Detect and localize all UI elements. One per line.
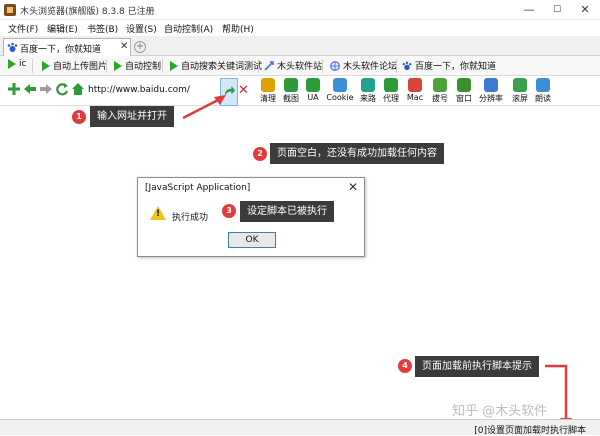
tool-label: 代理 [383,94,399,103]
maximize-button[interactable]: ☐ [542,0,572,20]
window-icon [457,78,471,92]
callout-number-1: 1 [72,110,86,124]
callout-3: 设定脚本已被执行 [240,201,334,222]
warning-icon: ! [150,206,166,220]
bookmark-divider [258,59,259,73]
tool-cookie[interactable]: Cookie [326,78,354,106]
callout-number-3: 3 [222,204,236,218]
tool-label: 朗读 [535,94,551,103]
callout-1: 输入网址并打开 [90,106,174,127]
callout-number-2: 2 [253,147,267,161]
tool-dial[interactable]: 拔号 [427,78,453,106]
go-button[interactable] [220,78,238,106]
bookmark-divider [396,59,397,73]
new-tab-button[interactable]: + [134,41,146,53]
referer-icon [361,78,375,92]
bookmark-baidu[interactable]: 百度一下，你就知道 [402,59,496,72]
bookmark-auto-control[interactable]: 自动控制 [114,59,161,72]
ok-button[interactable]: OK [228,232,276,248]
bookmark-divider [322,59,323,73]
status-text: [0]设置页面加载时执行脚本 [474,426,586,436]
paw-icon [402,61,412,70]
close-window-button[interactable]: ✕ [570,0,600,20]
bookmark-label: 木头软件站 [277,62,323,72]
bookmark-label: ic [19,59,27,69]
bookmark-divider [106,59,107,73]
home-icon[interactable] [71,82,85,96]
globe-icon [330,60,340,71]
status-bar: [0]设置页面加载时执行脚本 [0,419,600,436]
tool-proxy[interactable]: 代理 [378,78,404,106]
tool-label: 分辨率 [479,94,503,103]
monitor-icon [484,78,498,92]
stop-icon[interactable]: ✕ [238,83,249,98]
scissors-icon [284,78,298,92]
bookmark-ic[interactable]: ic [8,59,26,69]
ua-icon [306,78,320,92]
tool-window[interactable]: 窗口 [451,78,477,106]
go-arrow-icon [224,85,236,97]
callout-2: 页面空白，还没有成功加载任何内容 [270,143,444,164]
minimize-button[interactable]: — [514,0,544,20]
scroll-icon [513,78,527,92]
title-bar: 木头浏览器(旗舰版) 8.3.8 已注册 — ☐ ✕ [0,0,600,20]
window-title: 木头浏览器(旗舰版) 8.3.8 已注册 [20,7,155,17]
green-play-icon [8,59,16,69]
bookmark-auto-search[interactable]: 自动搜索关键词测试 [170,59,262,72]
green-play-icon [114,60,122,71]
bookmark-divider [162,59,163,73]
dialog-close-icon[interactable]: ✕ [348,180,358,194]
bookmark-auto-upload[interactable]: 自动上传图片 [42,59,107,72]
callout-4: 页面加载前执行脚本提示 [415,356,539,377]
tool-read-aloud[interactable]: 朗读 [530,78,556,106]
refresh-icon[interactable] [55,82,69,96]
menu-settings[interactable]: 设置(S) [126,22,157,35]
tool-label: Cookie [326,93,354,102]
tool-ua[interactable]: UA [300,78,326,106]
dialog-message: 执行成功 [172,213,209,223]
callout-number-4: 4 [398,359,412,373]
green-play-icon [42,60,50,71]
dialog-title: [JavaScript Application] [145,183,251,193]
app-logo-icon [4,4,16,16]
tool-label: UA [307,93,319,102]
menu-auto-control[interactable]: 自动控制(A) [164,22,213,35]
proxy-icon [384,78,398,92]
menu-help[interactable]: 帮助(H) [222,22,254,35]
tool-mac[interactable]: Mac [402,78,428,106]
tab-label: 百度一下，你就知道 [20,45,102,55]
watermark: 知乎 @木头软件 [452,404,548,419]
forward-arrow-icon[interactable] [39,82,53,96]
menu-file[interactable]: 文件(F) [8,22,38,35]
bookmarks-bar: ic 自动上传图片 自动控制 自动搜索关键词测试 木头软件站 木头软件论坛 百度… [0,56,600,76]
bookmark-divider [32,59,33,73]
bookmark-mutou-site[interactable]: 木头软件站 [264,59,322,72]
link-icon [264,60,274,71]
tab-baidu[interactable]: 百度一下，你就知道 ✕ [3,38,131,56]
bookmark-label: 自动上传图片 [53,62,108,72]
tab-close-icon[interactable]: ✕ [120,41,128,52]
address-bar[interactable]: http://www.baidu.com/ [88,85,190,95]
tool-label: 窗口 [456,94,472,103]
paw-icon [7,42,18,52]
menu-edit[interactable]: 编辑(E) [47,22,78,35]
tool-label: 拔号 [432,94,448,103]
bookmark-mutou-forum[interactable]: 木头软件论坛 [330,59,397,72]
cookie-icon [333,78,347,92]
tool-resolution[interactable]: 分辨率 [476,78,506,106]
menu-bar: 文件(F) 编辑(E) 书签(B) 设置(S) 自动控制(A) 帮助(H) [0,20,600,36]
bookmark-label: 百度一下，你就知道 [415,62,497,72]
back-arrow-icon[interactable] [23,82,37,96]
dial-icon [433,78,447,92]
bookmark-label: 自动搜索关键词测试 [181,62,263,72]
bookmark-label: 木头软件论坛 [343,62,398,72]
add-icon[interactable] [7,82,21,96]
mac-icon [408,78,422,92]
speaker-icon [536,78,550,92]
broom-icon [261,78,275,92]
menu-bookmarks[interactable]: 书签(B) [87,22,118,35]
green-play-icon [170,60,178,71]
tool-label: Mac [406,93,424,102]
bookmark-label: 自动控制 [125,62,162,72]
